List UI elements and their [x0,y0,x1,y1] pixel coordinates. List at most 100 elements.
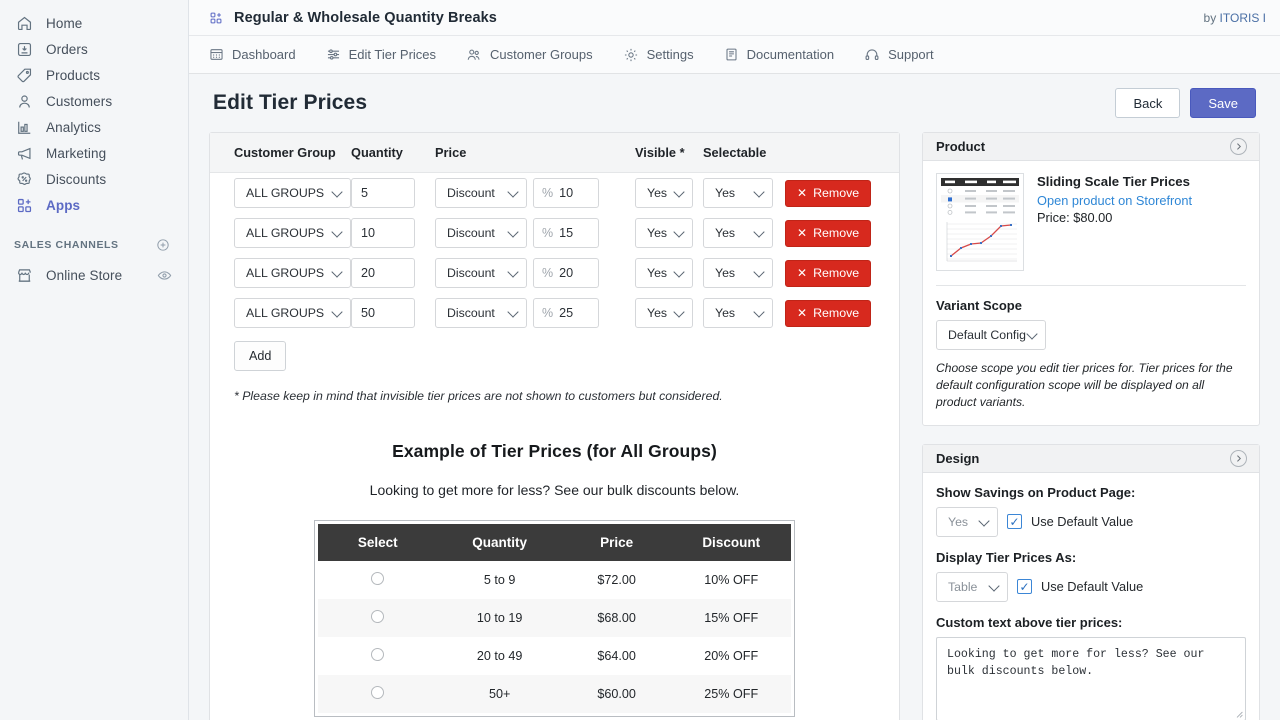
tier-radio[interactable] [371,648,385,661]
display-as-default-checkbox[interactable]: ✓ [1017,579,1032,595]
remove-button[interactable]: ✕ Remove [785,259,872,287]
design-panel-body: Show Savings on Product Page: Yes ✓ Use … [923,473,1259,720]
tier-radio[interactable] [371,686,385,699]
display-as-row: Table ✓ Use Default Value [936,571,1246,602]
tab-settings[interactable]: Settings [623,36,708,73]
display-as-label: Display Tier Prices As: [936,549,1077,565]
percent-value: 25 [559,306,574,320]
cell-actions: ✕ Remove [785,253,899,293]
variant-scope-help: Choose scope you edit tier prices for. T… [936,361,1233,410]
show-savings-row: Yes ✓ Use Default Value [936,506,1246,537]
column-header-actions [785,133,899,173]
sidebar-item-online-store[interactable]: Online Store [0,262,180,288]
selectable-select[interactable]: Yes [703,218,773,248]
price-type-select[interactable]: Discount [435,298,527,328]
customer-group-select[interactable]: ALL GROUPS [234,298,351,328]
selectable-select[interactable]: Yes [703,258,773,288]
chevron-right-circle-icon[interactable] [1230,138,1247,155]
cell-selectable: Yes [703,213,785,253]
example-tier-prices-section: Example of Tier Prices (for All Groups) … [210,419,899,720]
left-column: Customer Group Quantity Price Visible * … [209,132,900,720]
sidebar-item-analytics[interactable]: Analytics [0,114,180,140]
show-savings-default-checkbox[interactable]: ✓ [1007,514,1022,530]
column-header-quantity: Quantity [351,133,435,173]
remove-button[interactable]: ✕ Remove [785,179,872,207]
tab-dashboard[interactable]: Dashboard [209,36,310,73]
sidebar-item-label: Discounts [46,171,107,187]
marketing-megaphone-icon [14,143,34,163]
customer-group-select[interactable]: ALL GROUPS [234,218,351,248]
percent-input[interactable]: % 10 [533,178,599,208]
list-item: 20 to 49 $64.00 20% OFF [318,637,791,675]
tab-edit-tier-prices[interactable]: Edit Tier Prices [326,36,450,73]
cell-actions: ✕ Remove [785,213,899,253]
visible-select[interactable]: Yes [635,218,693,248]
custom-text-textarea[interactable]: Looking to get more for less? See our bu… [936,636,1246,720]
cell-select [318,637,437,675]
sidebar-item-apps[interactable]: Apps [0,192,180,218]
percent-input[interactable]: % 25 [533,298,599,328]
remove-button[interactable]: ✕ Remove [785,299,872,327]
sidebar-item-marketing[interactable]: Marketing [0,140,180,166]
display-as-select[interactable]: Table [936,571,1008,602]
price-type-select[interactable]: Discount [435,218,527,248]
visible-select[interactable]: Yes [635,178,693,208]
percent-input[interactable]: % 20 [533,258,599,288]
show-savings-select[interactable]: Yes [936,506,998,537]
price-type-select[interactable]: Discount [435,258,527,288]
tab-support[interactable]: Support [864,36,948,73]
customer-group-select[interactable]: ALL GROUPS [234,258,351,288]
sidebar-item-products[interactable]: Products [0,62,180,88]
chevron-right-circle-icon[interactable] [1230,449,1247,467]
close-icon: ✕ [797,226,808,240]
sidebar-item-home[interactable]: Home [0,10,180,36]
eye-icon[interactable] [157,268,172,283]
remove-button[interactable]: ✕ Remove [785,219,872,247]
plus-circle-icon[interactable] [156,238,170,252]
right-column: Product Sliding Scale Tier Prices Open p… [922,132,1260,720]
tier-table-body: ALL GROUPS 5 Discount% 10 Yes Yes ✕ Remo… [210,173,899,334]
table-row: ALL GROUPS 50 Discount% 25 Yes Yes ✕ Rem… [210,293,899,333]
panel-title: Product [936,139,986,154]
quantity-input[interactable]: 5 [351,178,415,208]
selectable-select[interactable]: Yes [703,298,773,328]
main-sidebar: Home Orders Products Customers Analytics [0,0,189,720]
percent-value: 15 [559,226,574,240]
sidebar-item-discounts[interactable]: Discounts [0,166,180,192]
cell-visible: Yes [635,253,703,293]
add-tier-button[interactable]: Add [234,341,287,371]
percent-prefix: % [542,226,554,240]
cell-selectable: Yes [703,253,785,293]
sidebar-item-customers[interactable]: Customers [0,88,180,114]
save-button[interactable]: Save [1190,88,1256,118]
quantity-input[interactable]: 20 [351,258,415,288]
discounts-percent-icon [14,169,34,189]
quantity-input[interactable]: 10 [351,218,415,248]
tab-documentation[interactable]: Documentation [724,36,848,73]
list-item: 5 to 9 $72.00 10% OFF [318,561,791,599]
sidebar-item-orders[interactable]: Orders [0,36,180,62]
back-button[interactable]: Back [1115,88,1181,118]
example-table-frame: Select Quantity Price Discount 5 to 9 $7… [314,520,795,717]
variant-scope-select[interactable]: Default Config [936,320,1046,350]
tier-radio[interactable] [371,610,385,623]
open-product-on-storefront-link[interactable]: Open product on Storefront [1037,193,1192,208]
example-column-discount: Discount [671,524,791,561]
percent-input[interactable]: % 15 [533,218,599,248]
tier-radio[interactable] [371,572,385,585]
visible-select[interactable]: Yes [635,298,693,328]
visible-select[interactable]: Yes [635,258,693,288]
design-panel: Design Show Savings on Product Page: Yes… [922,443,1260,720]
invisible-tier-note: * Please keep in mind that invisible tie… [234,389,723,403]
remove-label: Remove [813,306,860,320]
tab-customer-groups[interactable]: Customer Groups [466,36,607,73]
list-item: 10 to 19 $68.00 15% OFF [318,599,791,637]
customer-group-select[interactable]: ALL GROUPS [234,178,351,208]
quantity-input[interactable]: 50 [351,298,415,328]
cell-quantity: 5 to 9 [483,573,516,587]
cell-quantity: 10 to 19 [476,611,523,625]
selectable-select[interactable]: Yes [703,178,773,208]
tab-label: Customer Groups [490,47,593,62]
price-type-select[interactable]: Discount [435,178,527,208]
product-panel-header: Product [923,133,1259,161]
